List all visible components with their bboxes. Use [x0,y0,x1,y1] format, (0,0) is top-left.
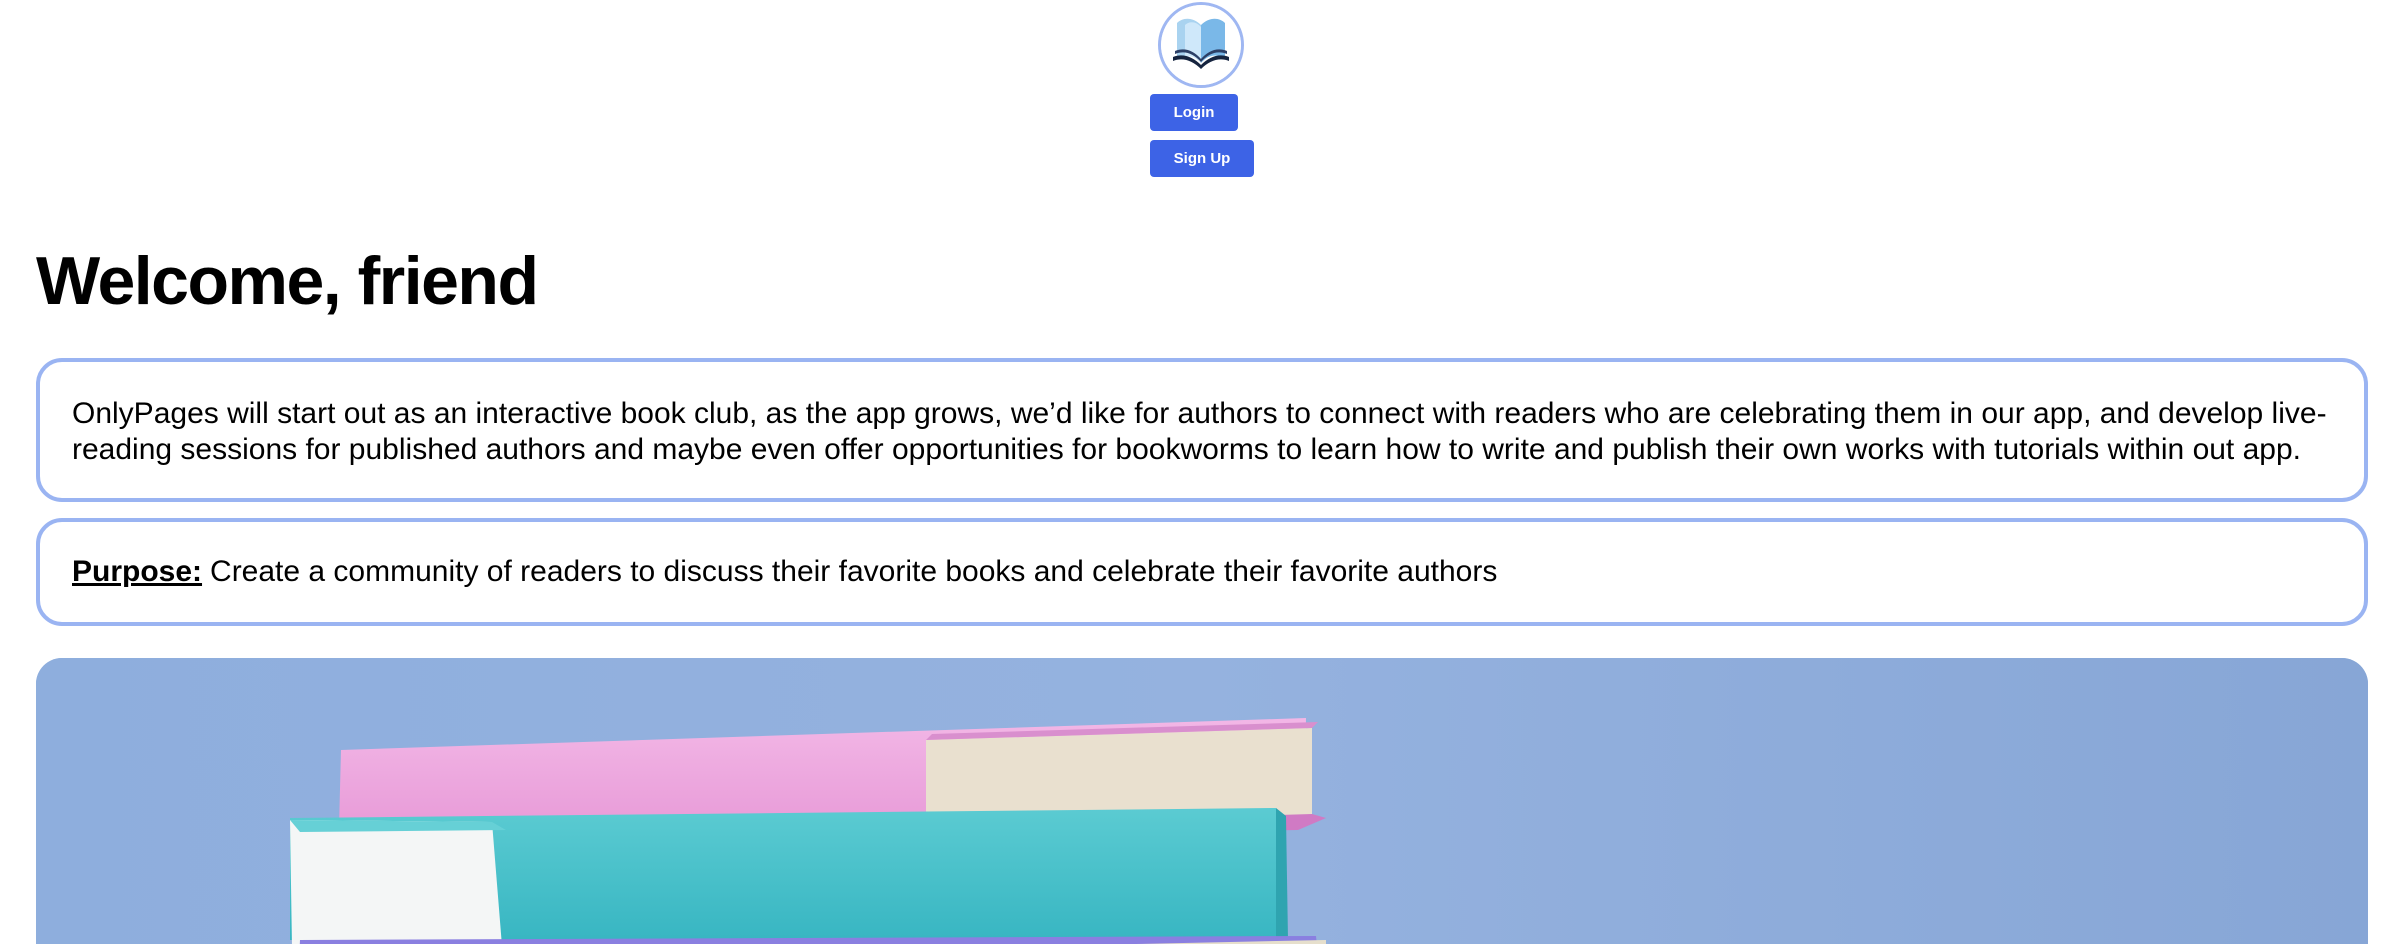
purpose-text: Create a community of readers to discuss… [210,555,1498,588]
header: Login Sign Up [0,0,2396,190]
logo[interactable] [1158,2,1244,88]
open-book-icon [1161,5,1241,85]
stack-of-books-illustration [36,658,2368,944]
purpose-card: Purpose: Create a community of readers t… [36,518,2368,626]
description-card: OnlyPages will start out as an interacti… [36,358,2368,502]
page-title: Welcome, friend [36,243,539,319]
description-text: OnlyPages will start out as an interacti… [72,397,2327,466]
page: Login Sign Up Welcome, friend OnlyPages … [0,0,2396,944]
purpose-label: Purpose: [72,555,203,588]
sign-up-button[interactable]: Sign Up [1150,140,1254,177]
hero-image [36,658,2368,944]
login-button[interactable]: Login [1150,94,1238,131]
